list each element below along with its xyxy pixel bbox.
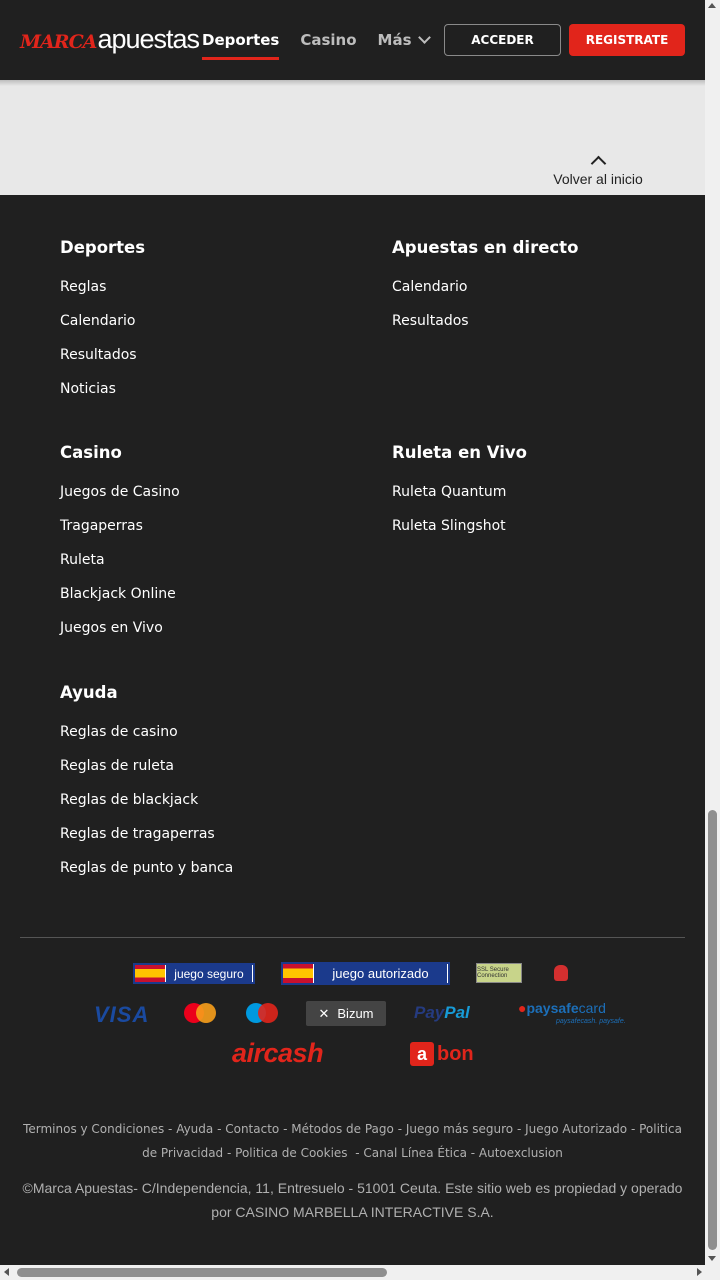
footer-col-ayuda: Ayuda Reglas de casino Reglas de ruleta … (60, 683, 233, 894)
hand-shape (554, 965, 568, 981)
footer-link[interactable]: Reglas (60, 279, 145, 313)
footer-link[interactable]: Reglas de blackjack (60, 792, 233, 826)
chevron-down-icon (417, 31, 431, 44)
stop-hand-icon[interactable] (553, 964, 569, 982)
chevron-up-icon (590, 155, 606, 172)
footer-heading-ruleta-vivo: Ruleta en Vivo (392, 443, 527, 462)
nav-mas[interactable]: Más (377, 0, 431, 80)
mastercard-logo (184, 1003, 216, 1023)
footer-link[interactable]: Calendario (60, 313, 145, 347)
paypal-label-1: Pay (414, 1003, 445, 1022)
paypal-logo: PayPal (414, 1003, 470, 1023)
paypal-label-2: Pal (444, 1003, 470, 1022)
legal-link[interactable]: Contacto (225, 1122, 279, 1136)
vertical-scroll-thumb[interactable] (708, 810, 717, 1250)
footer-divider (20, 937, 685, 938)
visa-logo: VISA (94, 1002, 150, 1027)
footer-link[interactable]: Reglas de punto y banca (60, 860, 233, 894)
footer-link[interactable]: Juegos de Casino (60, 484, 180, 518)
footer-link[interactable]: Reglas de tragaperras (60, 826, 233, 860)
nav-deportes[interactable]: Deportes (202, 0, 280, 80)
copyright-text: ©Marca Apuestas- C/Independencia, 11, En… (20, 1176, 685, 1224)
header-shadow (0, 80, 705, 86)
copyright-line-2: por CASINO MARBELLA INTERACTIVE S.A. (211, 1204, 494, 1220)
nav-deportes-label: Deportes (202, 31, 280, 49)
abon-logo: a bon (410, 1042, 474, 1066)
footer-col-deportes: Deportes Reglas Calendario Resultados No… (60, 238, 145, 415)
footer-link[interactable]: Noticias (60, 381, 145, 415)
footer-link[interactable]: Tragaperras (60, 518, 180, 552)
footer-link[interactable]: Ruleta Slingshot (392, 518, 527, 552)
footer-link[interactable]: Resultados (60, 347, 145, 381)
juego-seguro-label: juego seguro (166, 965, 252, 982)
legal-link[interactable]: Ayuda (176, 1122, 213, 1136)
abon-a-mark: a (410, 1042, 434, 1066)
juego-seguro-badge[interactable]: juego seguro (133, 963, 255, 984)
spain-flag-icon (135, 965, 165, 982)
footer-col-ruleta-vivo: Ruleta en Vivo Ruleta Quantum Ruleta Sli… (392, 443, 527, 552)
bizum-label: Bizum (337, 1006, 374, 1021)
back-to-top-link[interactable]: Volver al inicio (548, 154, 648, 187)
acceder-button[interactable]: ACCEDER (444, 24, 561, 56)
footer-heading-casino: Casino (60, 443, 122, 462)
footer-link[interactable]: Reglas de casino (60, 724, 233, 758)
footer-link[interactable]: Reglas de ruleta (60, 758, 233, 792)
scroll-right-arrow-icon[interactable] (697, 1268, 702, 1276)
abon-label: bon (437, 1042, 474, 1065)
scroll-left-arrow-icon[interactable] (4, 1268, 9, 1276)
logo-marca-text: MARCA (20, 31, 97, 53)
copyright-line-1: ©Marca Apuestas- C/Independencia, 11, En… (22, 1180, 683, 1196)
nav-casino[interactable]: Casino (300, 0, 356, 80)
footer-link[interactable]: Ruleta Quantum (392, 484, 527, 518)
footer-col-casino: Casino Juegos de Casino Tragaperras Rule… (60, 443, 180, 654)
juego-autorizado-badge[interactable]: juego autorizado (281, 962, 450, 985)
scroll-up-arrow-icon[interactable] (708, 3, 716, 8)
main-nav: Deportes Casino Más (202, 0, 450, 80)
back-to-top-label: Volver al inicio (553, 171, 643, 187)
marca-apuestas-logo[interactable]: MARCA apuestas (20, 24, 200, 55)
footer-link[interactable]: Juegos en Vivo (60, 620, 180, 654)
maestro-circle-right (258, 1003, 278, 1023)
bizum-icon: ✕ (318, 1005, 330, 1021)
registrate-button[interactable]: REGISTRATE (569, 24, 685, 56)
footer-col-apuestas-directo: Apuestas en directo Calendario Resultado… (392, 238, 578, 347)
footer-link[interactable]: Ruleta (60, 552, 180, 586)
aircash-logo: aircash (232, 1038, 324, 1068)
bizum-logo: ✕ Bizum (306, 1001, 386, 1026)
scroll-down-arrow-icon[interactable] (708, 1256, 716, 1261)
paysafecard-logo: ●paysafecard (518, 1000, 606, 1016)
paysafe-card-label: card (578, 1000, 606, 1016)
juego-autorizado-label: juego autorizado (314, 964, 447, 983)
legal-link[interactable]: Métodos de Pago (291, 1122, 394, 1136)
logo-apuestas-text: apuestas (97, 24, 200, 54)
footer-link[interactable]: Resultados (392, 313, 578, 347)
nav-casino-label: Casino (300, 31, 357, 49)
footer-heading-deportes: Deportes (60, 238, 146, 257)
legal-link[interactable]: Terminos y Condiciones (23, 1122, 164, 1136)
footer-heading-ayuda: Ayuda (60, 683, 118, 702)
legal-link[interactable]: Juego Autorizado (525, 1122, 627, 1136)
nav-mas-label: Más (377, 31, 412, 49)
paysafe-label: paysafe (526, 1000, 579, 1016)
footer-heading-apuestas-directo: Apuestas en directo (392, 238, 579, 257)
legal-link[interactable]: Politica de Cookies (235, 1146, 347, 1160)
mastercard-circle-right (196, 1003, 216, 1023)
maestro-logo (246, 1003, 278, 1023)
horizontal-scroll-thumb[interactable] (17, 1268, 387, 1277)
footer-link[interactable]: Calendario (392, 279, 578, 313)
legal-link[interactable]: Autoexclusion (479, 1146, 563, 1160)
top-header: MARCA apuestas Deportes Casino Más ACCED… (0, 0, 705, 80)
footer-link[interactable]: Blackjack Online (60, 586, 180, 620)
paysafe-sublabel: paysafecash. paysafe. (556, 1018, 626, 1025)
ssl-badge: SSL Secure Connection (476, 963, 522, 983)
legal-link[interactable]: Juego más seguro (406, 1122, 513, 1136)
legal-links: Terminos y Condiciones - Ayuda - Contact… (23, 1122, 682, 1160)
legal-link[interactable]: Canal Línea Ética (363, 1146, 467, 1160)
spain-flag-icon (283, 964, 313, 983)
